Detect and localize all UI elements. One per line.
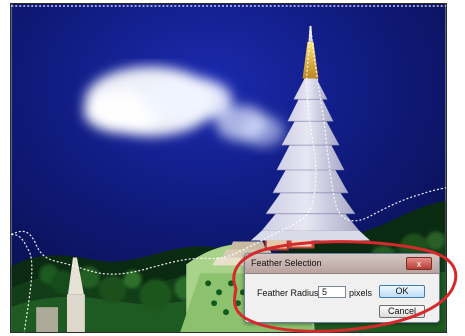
dialog-title: Feather Selection xyxy=(251,258,322,268)
dialog-titlebar: Feather Selection x xyxy=(245,254,439,274)
feather-selection-dialog: Feather Selection x Feather Radius: pixe… xyxy=(244,253,440,323)
close-button[interactable]: x xyxy=(406,257,432,270)
close-icon: x xyxy=(416,259,422,269)
units-label: pixels xyxy=(349,288,373,298)
cancel-button[interactable]: Cancel xyxy=(379,305,425,318)
ok-button[interactable]: OK xyxy=(379,285,425,298)
dialog-body: Feather Radius: pixels OK Cancel xyxy=(245,274,439,322)
feather-radius-label: Feather Radius: xyxy=(257,288,322,298)
feather-radius-input[interactable] xyxy=(318,286,346,298)
